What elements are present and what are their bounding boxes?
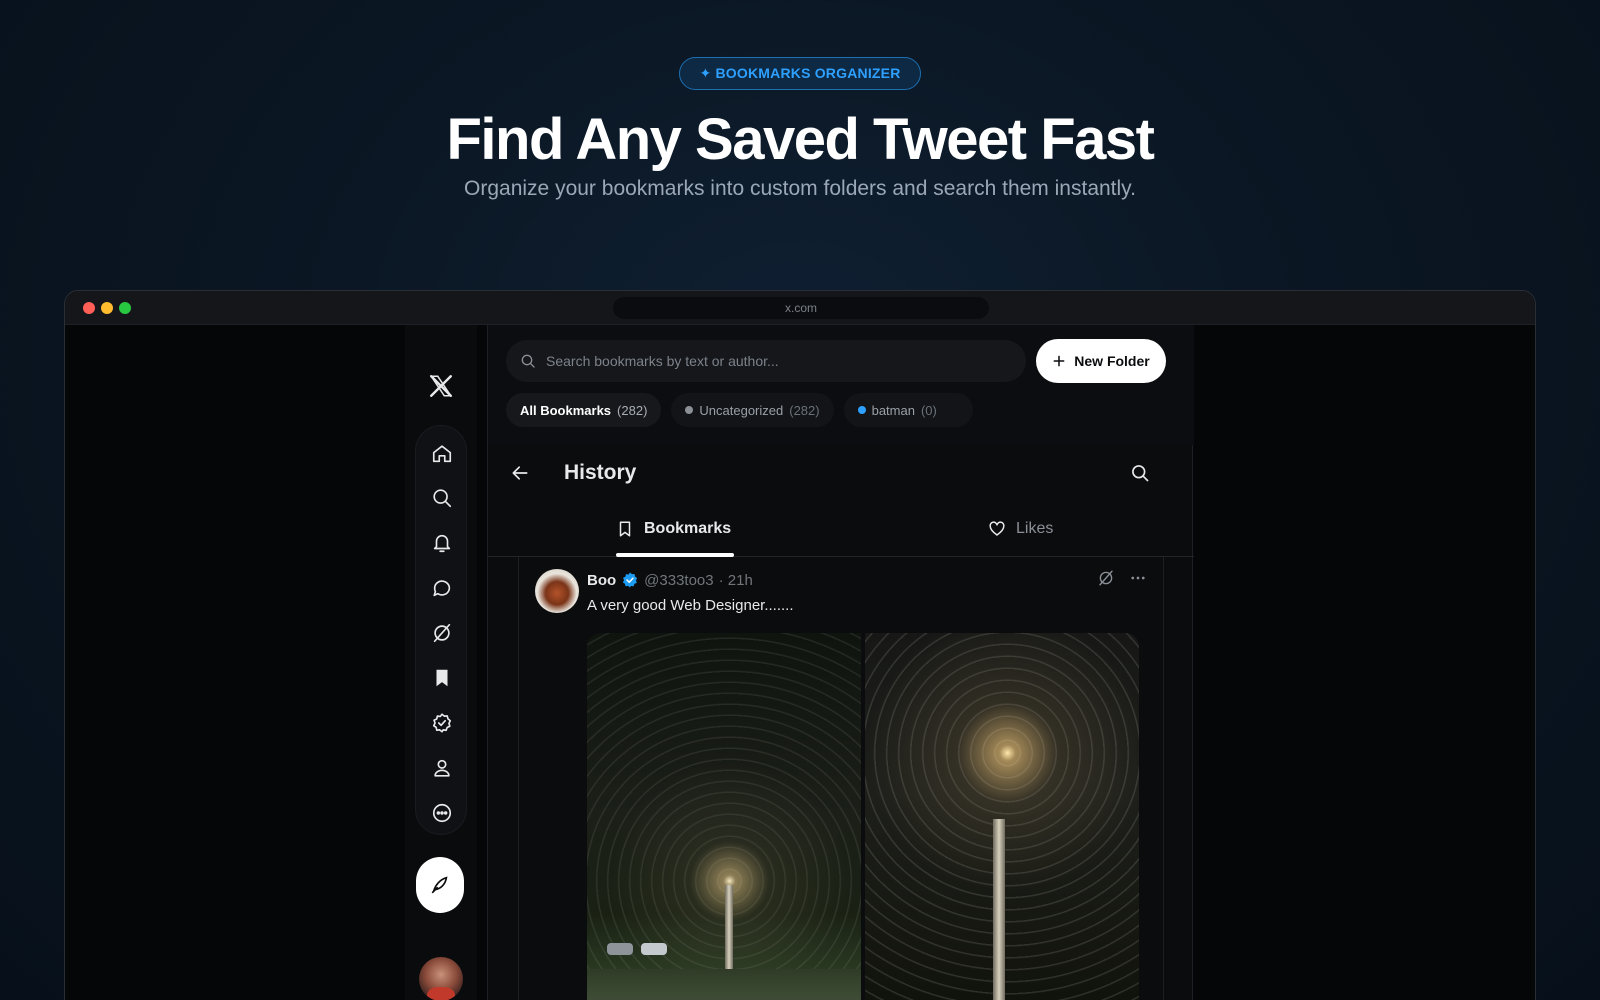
tweet-text: A very good Web Designer....... xyxy=(587,597,794,614)
grok-icon[interactable] xyxy=(1097,569,1115,587)
home-icon[interactable] xyxy=(428,440,456,468)
tab-bookmarks[interactable]: Bookmarks xyxy=(616,501,731,557)
nav-items-container xyxy=(415,425,467,835)
address-bar[interactable]: x.com xyxy=(613,297,989,319)
more-options-icon[interactable] xyxy=(1129,569,1147,587)
chip-label: batman xyxy=(871,402,915,418)
new-folder-button[interactable]: New Folder xyxy=(1036,339,1166,383)
compose-post-button[interactable] xyxy=(416,857,464,913)
heart-icon xyxy=(989,521,1005,536)
verified-badge-icon xyxy=(623,572,638,588)
account-avatar[interactable] xyxy=(419,957,463,1000)
search-icon[interactable] xyxy=(428,484,456,512)
page-tabs: Bookmarks Likes xyxy=(488,501,1194,557)
tab-label: Likes xyxy=(1016,520,1054,537)
chip-label: All Bookmarks xyxy=(520,402,612,418)
tweet-actions xyxy=(1097,569,1147,587)
x-logo-icon[interactable] xyxy=(424,369,458,403)
new-folder-label: New Folder xyxy=(1074,353,1150,369)
tab-label: Bookmarks xyxy=(644,520,732,537)
folder-color-dot xyxy=(857,406,866,414)
search-icon[interactable] xyxy=(1126,459,1154,487)
ground-shape xyxy=(587,969,861,1000)
close-window-button[interactable] xyxy=(83,302,95,314)
chip-count: (282) xyxy=(617,402,648,418)
browser-titlebar: x.com xyxy=(65,291,1535,325)
tweet-card[interactable]: Boo @333too3 · 21h A very good Web Desig… xyxy=(518,557,1164,1000)
chip-count: (282) xyxy=(789,402,820,418)
grok-icon[interactable] xyxy=(428,619,456,647)
bell-icon[interactable] xyxy=(428,529,456,557)
search-icon xyxy=(521,354,535,368)
bookmark-icon xyxy=(619,521,631,537)
hero-title: Find Any Saved Tweet Fast xyxy=(446,107,1155,172)
tweet-header: Boo @333too3 · 21h xyxy=(587,571,753,589)
folder-color-dot xyxy=(685,406,694,414)
author-avatar[interactable] xyxy=(535,569,579,613)
minimize-window-button[interactable] xyxy=(101,302,113,314)
page-title: History xyxy=(564,461,637,484)
car-shape xyxy=(641,943,667,955)
back-arrow-icon[interactable] xyxy=(506,459,534,487)
verified-icon[interactable] xyxy=(428,709,456,737)
page-header: History xyxy=(488,445,1194,501)
folder-chips: All Bookmarks (282) Uncategorized (282) … xyxy=(506,393,973,427)
tweet-time[interactable]: · 21h xyxy=(719,572,753,589)
feather-icon xyxy=(431,876,448,894)
plus-icon xyxy=(1053,355,1065,367)
message-icon[interactable] xyxy=(428,574,456,602)
hero-subtitle: Organize your bookmarks into custom fold… xyxy=(464,177,1136,200)
feature-badge: ✦ BOOKMARKS ORGANIZER xyxy=(679,57,921,90)
street-light-pole xyxy=(993,819,1005,1000)
bookmark-search xyxy=(506,340,1026,382)
main-column: New Folder All Bookmarks (282) Uncategor… xyxy=(487,325,1194,1000)
tweet-image-spiderweb-street[interactable] xyxy=(587,633,861,1000)
bookmarks-organizer-toolbar: New Folder All Bookmarks (282) Uncategor… xyxy=(488,325,1194,445)
author-name[interactable]: Boo xyxy=(587,572,616,589)
folder-chip-batman[interactable]: batman (0) xyxy=(843,393,973,427)
folder-chip-uncategorized[interactable]: Uncategorized (282) xyxy=(671,393,834,427)
chip-label: Uncategorized xyxy=(699,402,784,418)
tweet-image-spiderweb-light[interactable] xyxy=(865,633,1139,1000)
maximize-window-button[interactable] xyxy=(119,302,131,314)
bookmark-icon[interactable] xyxy=(428,664,456,692)
author-handle[interactable]: @333too3 xyxy=(644,572,713,589)
profile-icon[interactable] xyxy=(428,754,456,782)
car-shape xyxy=(607,943,633,955)
tab-likes[interactable]: Likes xyxy=(988,501,1053,557)
more-icon[interactable] xyxy=(428,799,456,827)
tweet-media[interactable] xyxy=(587,633,1139,1000)
chip-count: (0) xyxy=(920,402,937,418)
left-navigation xyxy=(405,325,477,1000)
bookmark-search-input[interactable] xyxy=(546,353,986,369)
folder-chip-all-bookmarks[interactable]: All Bookmarks (282) xyxy=(506,393,662,427)
browser-window: x.com Search bookmarks by text or author… xyxy=(64,290,1536,1000)
